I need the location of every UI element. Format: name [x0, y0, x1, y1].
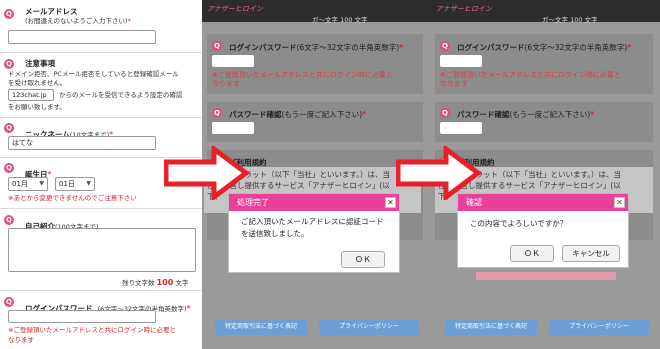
right-arrow-icon — [164, 146, 250, 200]
password-note: ※ご登録頂いたメールアドレスと共にログイン時に必要と なります — [212, 71, 393, 89]
notice-line-1: ドメイン拒否、PCメール拒否をしていると登録確認メール — [8, 70, 179, 78]
dialog-title: 処理完了 — [229, 194, 399, 211]
q-icon: Q — [4, 9, 14, 19]
confirm-label: パスワード確認(もう一度ご記入下さい)* — [457, 110, 595, 119]
divider — [0, 290, 202, 291]
dialog-message: この内容でよろしいですか？ — [470, 219, 568, 228]
email-input[interactable] — [8, 30, 156, 44]
q-icon: Q — [212, 108, 222, 118]
confirm-label: パスワード確認(もう一度ご記入下さい)* — [229, 110, 367, 119]
password-label: ログインパスワード(6文字〜32文字の半角英数字)* — [229, 43, 404, 52]
password-note: ※ご登録頂いたメールアドレスと共にログイン時に必要と なります — [440, 71, 621, 89]
password-label: ログインパスワード(6文字〜32文字の半角英数字)* — [457, 43, 632, 52]
notice-last-line: をお願い致します。 — [8, 103, 66, 111]
q-icon: Q — [212, 41, 222, 51]
chevron-down-icon: ▼ — [39, 180, 44, 187]
q-icon: Q — [440, 41, 450, 51]
right-arrow-icon — [396, 146, 482, 200]
confirm-input[interactable] — [440, 122, 482, 134]
nickname-input[interactable]: はてな — [8, 136, 156, 150]
cancel-button[interactable]: キャンセル — [562, 245, 620, 262]
password-note-line-1: ※ご登録頂いたメールアドレスと共にログイン時に必要と — [8, 326, 176, 334]
submit-button-peek[interactable] — [476, 272, 616, 280]
birth-day-select[interactable]: 01日 ▼ — [55, 177, 95, 191]
domain-field[interactable]: 123chat.jp — [8, 89, 54, 101]
privacy-policy-button[interactable]: プライバシーポリシー — [549, 319, 649, 335]
intro-textarea[interactable] — [8, 228, 196, 272]
email-sub-label: (お間違えのないようご入力下さい)* — [25, 17, 131, 25]
app-logo: アナザーヒロイン — [207, 5, 263, 13]
close-icon[interactable]: ✕ — [614, 197, 625, 208]
email-label: メールアドレス — [25, 7, 78, 16]
notice-label: 注意事項 — [25, 59, 55, 68]
ok-button[interactable]: ＯＫ — [341, 251, 385, 268]
notice-after-domain: からのメールを受信できるよう設定の確認 — [59, 91, 183, 99]
password-input[interactable] — [212, 55, 254, 67]
commerce-law-button[interactable]: 特定商取引法に基づく表記 — [215, 319, 307, 335]
divider — [0, 208, 202, 209]
password-input[interactable] — [440, 55, 482, 67]
q-icon: Q — [4, 123, 14, 133]
confirm-input[interactable] — [212, 122, 254, 134]
chevron-down-icon: ▼ — [86, 180, 91, 187]
dialog-message: ご記入頂いたメールアドレスに認証コード を送信致しました。 — [241, 217, 384, 238]
q-icon: Q — [4, 163, 14, 173]
confirm-dialog: 確認 ✕ この内容でよろしいですか？ ＯＫ キャンセル — [457, 193, 629, 268]
dialog-title: 確認 — [458, 194, 628, 211]
password-input[interactable] — [8, 310, 156, 323]
birth-month-select[interactable]: 01月 ▼ — [8, 177, 48, 191]
cut-counter: ガ〜文字 100 文字 — [542, 16, 598, 24]
close-icon[interactable]: ✕ — [385, 197, 396, 208]
privacy-policy-button[interactable]: プライバシーポリシー — [319, 319, 419, 335]
notice-line-2: を受け取れません。 — [8, 79, 67, 87]
cut-counter: ガ〜文字 100 文字 — [312, 16, 368, 24]
birthday-note: ※あとから変更できませんのでご注意下さい — [8, 194, 137, 202]
q-icon: Q — [4, 297, 14, 307]
commerce-law-button[interactable]: 特定商取引法に基づく表記 — [445, 319, 537, 335]
divider — [0, 52, 202, 53]
completion-dialog: 処理完了 ✕ ご記入頂いたメールアドレスに認証コード を送信致しました。 ＯＫ — [228, 193, 400, 273]
q-icon: Q — [4, 215, 14, 225]
divider — [0, 117, 202, 118]
char-counter: 残り文字数 100 文字 — [122, 278, 189, 287]
ok-button[interactable]: ＯＫ — [510, 245, 554, 262]
q-icon: Q — [4, 59, 14, 69]
q-icon: Q — [440, 108, 450, 118]
password-note-line-2: なります — [8, 336, 34, 344]
app-logo: アナザーヒロイン — [436, 5, 492, 13]
